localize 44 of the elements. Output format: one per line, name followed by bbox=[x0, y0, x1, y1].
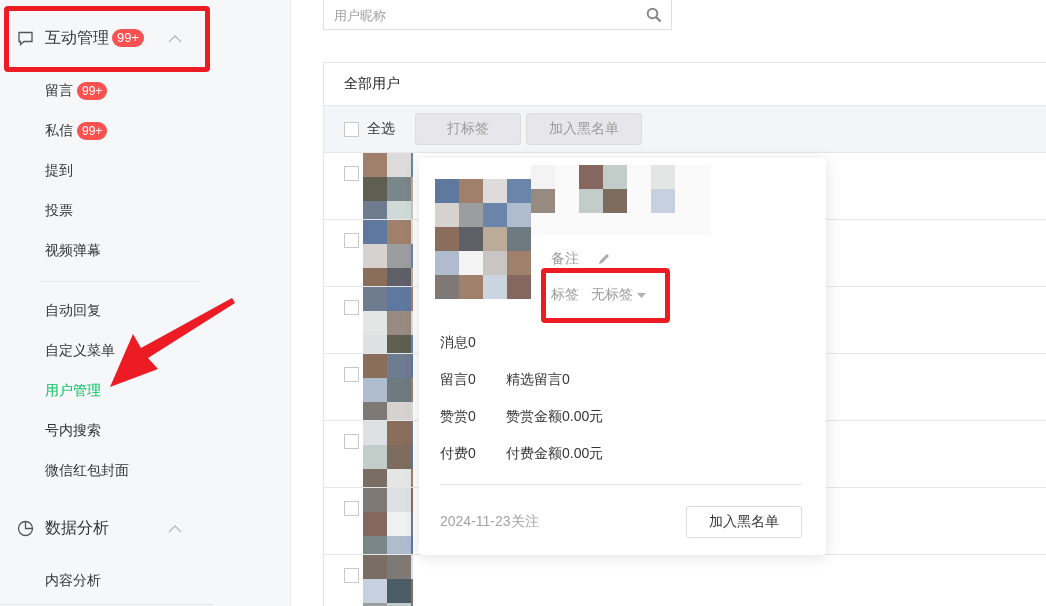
count-badge: 99+ bbox=[112, 29, 145, 47]
menu-group-title[interactable]: 数据分析 bbox=[45, 517, 109, 539]
menu-item[interactable]: 自定义菜单 bbox=[45, 342, 115, 360]
search-field[interactable]: 用户昵称 bbox=[323, 0, 672, 30]
pie-chart-icon bbox=[17, 519, 34, 537]
follow-date: 2024-11-23关注 bbox=[440, 513, 539, 531]
select-all-label[interactable]: 全选 bbox=[367, 120, 395, 138]
menu-item[interactable]: 视频弹幕 bbox=[45, 242, 101, 260]
tag-label: 标签 bbox=[551, 286, 579, 304]
checkbox[interactable] bbox=[344, 568, 359, 583]
menu-item[interactable]: 留言 bbox=[45, 82, 73, 100]
stat-text: 赞赏金额0.00元 bbox=[506, 407, 604, 426]
stat-text: 精选留言0 bbox=[506, 370, 570, 389]
checkbox[interactable] bbox=[344, 233, 359, 248]
stat-text: 消息0 bbox=[440, 333, 477, 352]
list-title: 全部用户 bbox=[344, 75, 400, 93]
chat-icon bbox=[17, 29, 34, 47]
menu-item[interactable]: 内容分析 bbox=[45, 572, 101, 590]
checkbox[interactable] bbox=[344, 121, 359, 137]
checkbox[interactable] bbox=[344, 166, 359, 181]
menu-item[interactable]: 自动回复 bbox=[45, 302, 101, 320]
chevron-icon[interactable] bbox=[168, 524, 182, 533]
remark-label: 备注 bbox=[551, 250, 579, 268]
stat-text: 付费0 bbox=[440, 444, 477, 463]
checkbox[interactable] bbox=[344, 300, 359, 315]
chevron-icon[interactable] bbox=[168, 34, 182, 43]
menu-item[interactable]: 微信红包封面 bbox=[45, 462, 129, 480]
stat-text: 赞赏0 bbox=[440, 407, 477, 426]
count-badge: 99+ bbox=[77, 122, 108, 140]
count-badge: 99+ bbox=[77, 82, 108, 100]
caret-icon bbox=[637, 292, 646, 298]
stat-text: 付费金额0.00元 bbox=[506, 444, 604, 463]
checkbox[interactable] bbox=[344, 501, 359, 516]
menu-item[interactable]: 号内搜索 bbox=[45, 422, 101, 440]
checkbox[interactable] bbox=[344, 367, 359, 382]
search-icon[interactable] bbox=[646, 7, 662, 23]
menu-item[interactable]: 私信 bbox=[45, 122, 73, 140]
pencil-icon[interactable] bbox=[597, 252, 611, 266]
stat-text: 留言0 bbox=[440, 370, 477, 389]
checkbox[interactable] bbox=[344, 434, 359, 449]
blacklist-button[interactable]: 加入黑名单 bbox=[686, 506, 802, 538]
menu-item[interactable]: 提到 bbox=[45, 162, 73, 180]
menu-item[interactable]: 投票 bbox=[45, 202, 73, 220]
menu-group-title[interactable]: 互动管理 bbox=[45, 27, 109, 49]
